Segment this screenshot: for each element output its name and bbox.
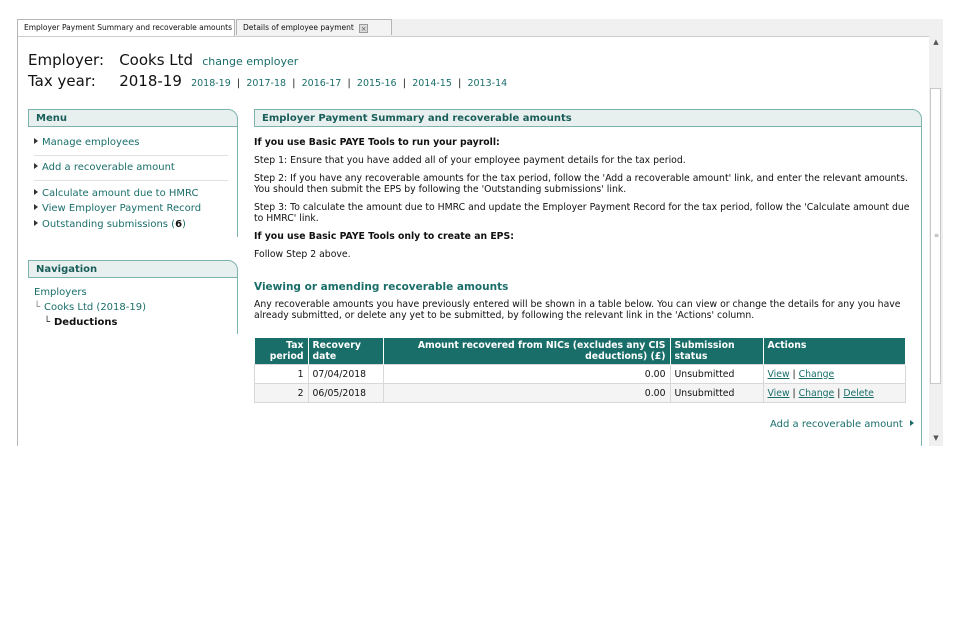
table-row: 2 06/05/2018 0.00 Unsubmitted View | Cha… <box>254 383 906 403</box>
year-link-2015-16[interactable]: 2015-16 <box>357 78 397 89</box>
year-separator: | <box>347 78 351 89</box>
employer-row: Employer: Cooks Ltd change employer <box>28 51 298 69</box>
tree-branch-icon: └ <box>44 317 51 328</box>
payroll-heading: If you use Basic PAYE Tools to run your … <box>254 137 500 148</box>
arrow-right-icon <box>34 189 38 195</box>
scrollbar-thumb[interactable]: ≡ <box>930 88 941 384</box>
step-3-text: Step 3: To calculate the amount due to H… <box>254 202 910 224</box>
outstanding-count: 6 <box>175 219 183 230</box>
menu-item-label: Calculate amount due to HMRC <box>42 188 199 199</box>
cell-tax-period: 2 <box>254 383 309 403</box>
year-link-2013-14[interactable]: 2013-14 <box>467 78 507 89</box>
menu-divider <box>34 180 228 181</box>
cell-tax-period: 1 <box>254 364 309 384</box>
menu-manage-employees[interactable]: Manage employees <box>34 137 139 148</box>
table-header-row: Tax period Recovery date Amount recovere… <box>254 338 906 365</box>
year-separator: | <box>292 78 296 89</box>
cell-actions: View | Change <box>762 364 906 384</box>
tree-branch-icon: └ <box>34 302 41 313</box>
year-separator: | <box>236 78 241 89</box>
year-link-2014-15[interactable]: 2014-15 <box>412 78 452 89</box>
arrow-right-icon <box>34 163 38 169</box>
year-separator: | <box>402 78 406 89</box>
cell-recovery-date: 07/04/2018 <box>307 364 384 384</box>
change-link[interactable]: Change <box>799 369 835 380</box>
table-row: 1 07/04/2018 0.00 Unsubmitted View | Cha… <box>254 364 906 384</box>
menu-item-label: Add a recoverable amount <box>42 162 175 173</box>
close-icon[interactable]: × <box>359 23 369 33</box>
tab-details-of-employee-payment[interactable]: Details of employee payment × <box>236 19 392 35</box>
scroll-down-arrow-icon[interactable]: ▼ <box>929 432 943 444</box>
col-submission-status: Submission status <box>670 338 764 365</box>
tax-year-value: 2018-19 <box>119 72 182 90</box>
menu-add-recoverable-amount[interactable]: Add a recoverable amount <box>34 162 175 173</box>
employer-label: Employer: <box>28 51 105 69</box>
year-link-2018-19[interactable]: 2018-19 <box>191 78 231 89</box>
cell-status: Unsubmitted <box>669 383 764 403</box>
navigation-panel: Employers └ Cooks Ltd (2018-19) └ Deduct… <box>28 278 238 334</box>
viewing-amending-heading: Viewing or amending recoverable amounts <box>254 281 509 293</box>
change-employer-link[interactable]: change employer <box>202 55 298 68</box>
cell-amount: 0.00 <box>382 364 671 384</box>
arrow-right-icon <box>34 138 38 144</box>
action-separator: | <box>837 387 841 399</box>
view-link[interactable]: View <box>768 369 790 380</box>
menu-item-label: Manage employees <box>42 137 140 148</box>
tax-year-row: Tax year: 2018-19 2018-19 | 2017-18 | 20… <box>28 72 507 90</box>
cell-actions: View | Change | Delete <box>762 383 906 403</box>
recoverable-amounts-table: Tax period Recovery date Amount recovere… <box>254 338 906 403</box>
cell-recovery-date: 06/05/2018 <box>307 383 384 403</box>
arrow-right-icon <box>34 204 38 210</box>
employer-name: Cooks Ltd <box>119 51 194 69</box>
main-panel-title: Employer Payment Summary and recoverable… <box>254 109 922 127</box>
navigation-panel-title: Navigation <box>28 260 238 278</box>
cell-status: Unsubmitted <box>669 364 764 384</box>
nav-deductions-current: Deductions <box>54 317 118 328</box>
tab-employer-payment-summary[interactable]: Employer Payment Summary and recoverable… <box>17 19 235 36</box>
view-link[interactable]: View <box>768 388 790 399</box>
delete-link[interactable]: Delete <box>843 388 874 399</box>
tax-year-label: Tax year: <box>28 72 96 90</box>
col-tax-period: Tax period <box>254 338 309 365</box>
tab-label: Details of employee payment <box>243 23 354 32</box>
menu-item-label: View Employer Payment Record <box>42 203 202 214</box>
menu-item-label: Outstanding submissions ( <box>42 219 176 230</box>
change-link[interactable]: Change <box>799 388 835 399</box>
menu-calculate-amount-due[interactable]: Calculate amount due to HMRC <box>34 188 198 199</box>
arrow-right-icon <box>910 420 915 426</box>
action-separator: | <box>792 368 796 380</box>
cell-amount: 0.00 <box>382 383 671 403</box>
menu-outstanding-submissions[interactable]: Outstanding submissions (6) <box>34 219 186 230</box>
menu-divider <box>34 155 228 156</box>
nav-cooks-ltd[interactable]: Cooks Ltd (2018-19) <box>44 302 146 313</box>
tab-strip: Employer Payment Summary and recoverable… <box>17 19 943 37</box>
grip-icon: ≡ <box>934 232 940 239</box>
col-recovery-date: Recovery date <box>308 338 384 365</box>
content-area: Employer: Cooks Ltd change employer Tax … <box>18 36 931 446</box>
menu-panel: Manage employees Add a recoverable amoun… <box>28 127 238 237</box>
action-separator: | <box>792 387 796 399</box>
content-frame: Employer: Cooks Ltd change employer Tax … <box>17 36 943 446</box>
col-actions: Actions <box>763 338 906 365</box>
menu-view-employer-payment-record[interactable]: View Employer Payment Record <box>34 203 201 214</box>
year-link-2017-18[interactable]: 2017-18 <box>246 78 286 89</box>
add-recoverable-amount-link[interactable]: Add a recoverable amount <box>770 419 918 430</box>
tab-label: Employer Payment Summary and recoverable… <box>24 23 233 32</box>
viewing-amending-text: Any recoverable amounts you have previou… <box>254 299 901 321</box>
link-label: Add a recoverable amount <box>770 419 903 430</box>
scroll-up-arrow-icon[interactable]: ▲ <box>929 36 943 48</box>
menu-item-label: ) <box>182 219 186 230</box>
arrow-right-icon <box>34 220 38 226</box>
nav-employers[interactable]: Employers <box>34 287 87 298</box>
step-2-text: Step 2: If you have any recoverable amou… <box>254 173 908 195</box>
menu-panel-title: Menu <box>28 109 238 127</box>
vertical-scrollbar[interactable]: ▲ ≡ ▼ <box>929 36 943 446</box>
year-separator: | <box>458 78 462 89</box>
year-link-2016-17[interactable]: 2016-17 <box>302 78 342 89</box>
step-1-text: Step 1: Ensure that you have added all o… <box>254 155 686 166</box>
follow-step-text: Follow Step 2 above. <box>254 249 351 260</box>
eps-heading: If you use Basic PAYE Tools only to crea… <box>254 231 514 242</box>
col-amount-recovered: Amount recovered from NICs (excludes any… <box>383 338 671 365</box>
